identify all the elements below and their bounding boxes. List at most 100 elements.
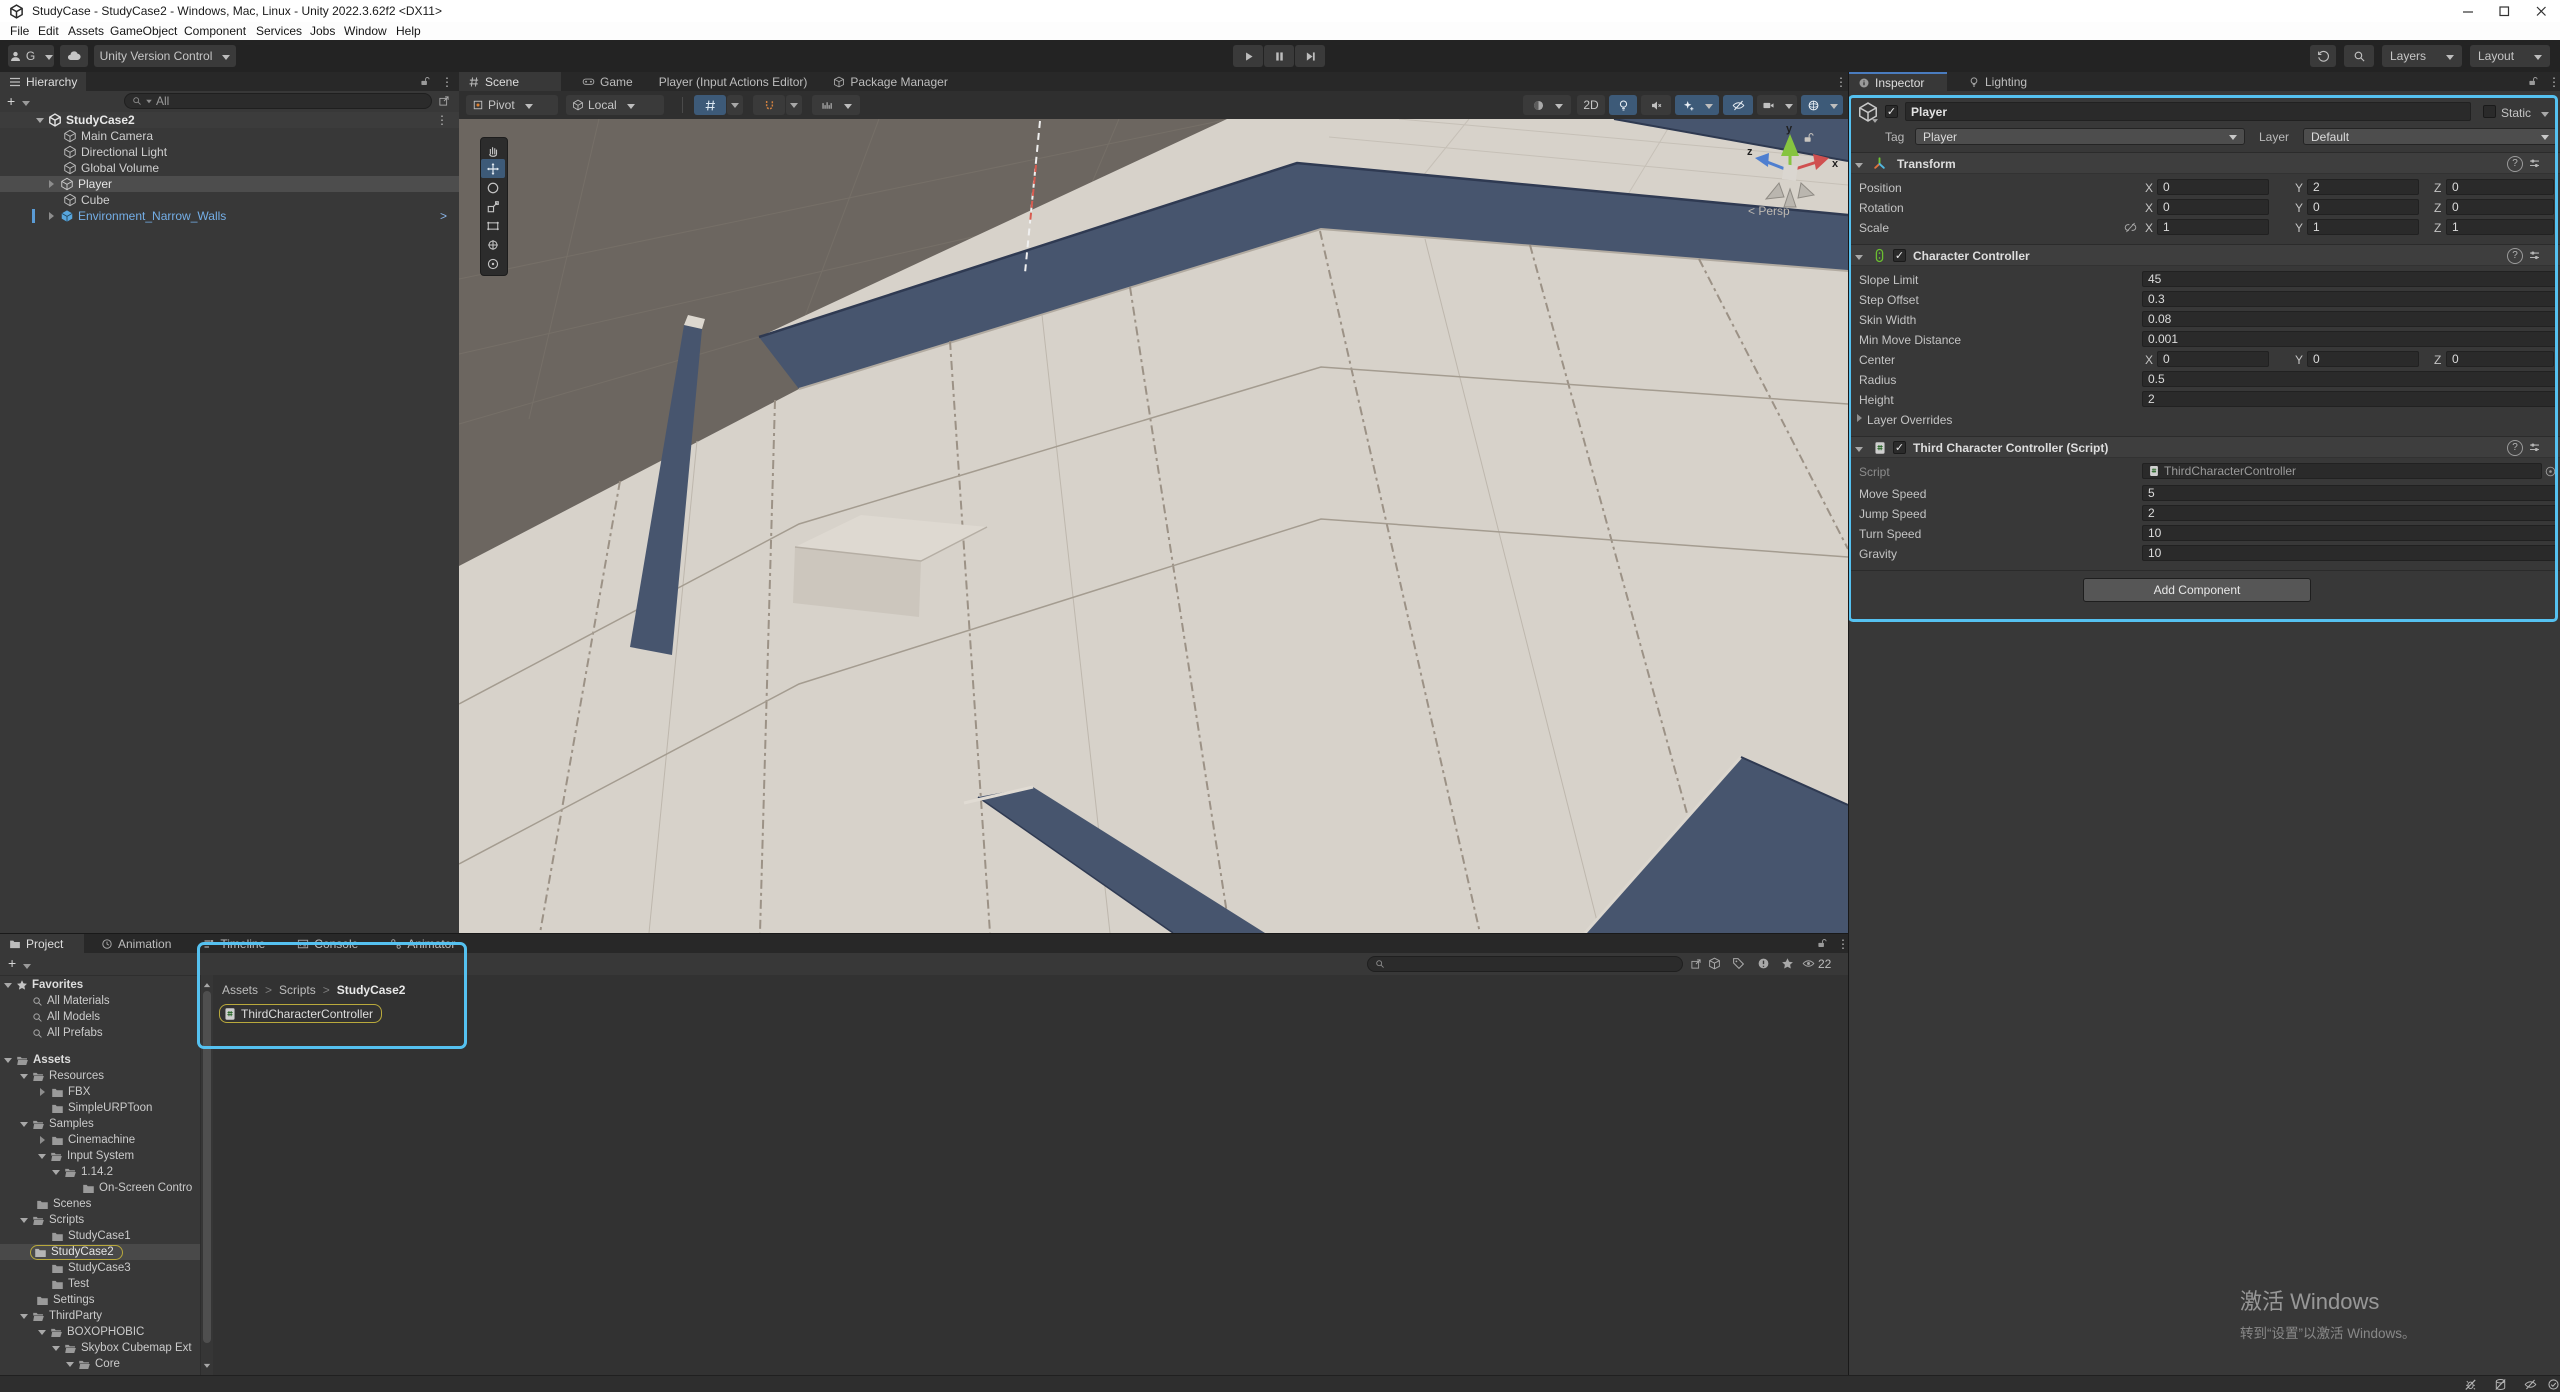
panel-menu-icon[interactable]: ⋮ (1835, 76, 1847, 88)
tree-favorites[interactable]: Favorites (0, 977, 200, 993)
create-add-button[interactable]: + (8, 955, 16, 971)
cache-server-disabled-icon[interactable] (2494, 1378, 2507, 1391)
projection-label[interactable]: < Persp (1748, 204, 1790, 218)
transform-header[interactable]: Transform ? ⋮ (1849, 152, 2560, 174)
panel-menu-icon[interactable]: ⋮ (2548, 76, 2560, 88)
tree-studycase2-selected[interactable]: StudyCase2 (0, 1244, 200, 1260)
tree-on-screen-controls[interactable]: On-Screen Contro (0, 1180, 200, 1196)
foldout-expanded-icon[interactable] (1855, 163, 1863, 172)
play-button[interactable] (1233, 45, 1263, 67)
jump-speed-field[interactable]: 2 (2142, 505, 2557, 521)
hierarchy-item-directional-light[interactable]: Directional Light (0, 144, 459, 160)
tab-animator[interactable]: Animator (381, 934, 464, 953)
presets-icon[interactable] (2528, 157, 2541, 170)
search-button[interactable] (2344, 45, 2374, 67)
menu-edit[interactable]: Edit (38, 24, 59, 38)
foldout-expanded-icon[interactable] (36, 118, 44, 127)
tree-studycase3[interactable]: StudyCase3 (0, 1260, 200, 1276)
foldout-expanded-icon[interactable] (52, 1170, 60, 1179)
tree-all-models[interactable]: All Models (0, 1009, 200, 1025)
component-menu-icon[interactable]: ⋮ (2550, 441, 2560, 453)
menu-file[interactable]: File (10, 24, 29, 38)
project-search-input[interactable] (1367, 956, 1683, 972)
menu-assets[interactable]: Assets (68, 24, 104, 38)
pivot-dropdown[interactable]: Pivot (466, 95, 558, 115)
favorites-filter-icon[interactable] (1781, 957, 1794, 970)
center-y-field[interactable]: 0 (2307, 351, 2419, 367)
center-x-field[interactable]: 0 (2157, 351, 2269, 367)
tab-console[interactable]: Console (288, 934, 367, 953)
foldout-expanded-icon[interactable] (20, 1314, 28, 1323)
object-picker-icon[interactable] (2544, 465, 2557, 478)
rotation-y-field[interactable]: 0 (2307, 199, 2419, 215)
foldout-collapsed-icon[interactable] (40, 1136, 49, 1144)
visibility-count-icon[interactable] (1802, 957, 1815, 970)
height-field[interactable]: 2 (2142, 391, 2557, 407)
tree-assets[interactable]: Assets (0, 1052, 200, 1068)
lighting-toggle[interactable] (1609, 95, 1637, 115)
rect-tool-button[interactable] (481, 216, 505, 235)
tab-hierarchy[interactable]: Hierarchy (0, 72, 86, 91)
scrollbar-thumb[interactable] (203, 991, 211, 1343)
script-component-header[interactable]: ✓ Third Character Controller (Script) ? … (1849, 436, 2560, 458)
tree-fbx[interactable]: FBX (0, 1084, 200, 1100)
increment-snap-caret-button[interactable] (786, 95, 802, 115)
gravity-field[interactable]: 10 (2142, 545, 2557, 561)
layer-overrides-foldout-icon[interactable] (1857, 414, 1866, 422)
rotate-tool-button[interactable] (481, 178, 505, 197)
tab-lighting[interactable]: Lighting (1959, 72, 2036, 91)
gizmos-dropdown[interactable] (1801, 95, 1843, 115)
rotation-z-field[interactable]: 0 (2446, 199, 2554, 215)
layer-overrides-label[interactable]: Layer Overrides (1867, 413, 1952, 427)
static-caret-icon[interactable] (2541, 112, 2549, 121)
tree-scripts[interactable]: Scripts (0, 1212, 200, 1228)
tab-animation[interactable]: Animation (92, 934, 180, 953)
open-new-window-icon[interactable] (1690, 958, 1702, 970)
tree-skybox-cubemap[interactable]: Skybox Cubemap Ext (0, 1340, 200, 1356)
prefab-open-chevron[interactable]: > (440, 209, 447, 223)
panel-menu-icon[interactable]: ⋮ (441, 76, 453, 88)
progress-ok-icon[interactable] (2547, 1378, 2560, 1391)
tree-all-prefabs[interactable]: All Prefabs (0, 1025, 200, 1041)
min-move-distance-field[interactable]: 0.001 (2142, 331, 2557, 347)
component-menu-icon[interactable]: ⋮ (2550, 157, 2560, 169)
gameobject-name-field[interactable]: Player (1905, 102, 2471, 121)
tree-scenes[interactable]: Scenes (0, 1196, 200, 1212)
breadcrumb-assets[interactable]: Assets (222, 983, 258, 997)
component-enabled-checkbox[interactable]: ✓ (1893, 441, 1906, 454)
hierarchy-item-environment[interactable]: Environment_Narrow_Walls > (0, 208, 459, 224)
menu-gameobject[interactable]: GameObject (110, 24, 177, 38)
skin-width-field[interactable]: 0.08 (2142, 311, 2557, 327)
scroll-down-icon[interactable] (204, 1364, 210, 1371)
account-button[interactable]: G (8, 45, 54, 67)
label-filter-icon[interactable] (1732, 957, 1745, 970)
foldout-expanded-icon[interactable] (1855, 447, 1863, 456)
step-offset-field[interactable]: 0.3 (2142, 291, 2557, 307)
open-new-window-icon[interactable] (438, 95, 450, 107)
hierarchy-item-global-volume[interactable]: Global Volume (0, 160, 459, 176)
cloud-button[interactable] (60, 45, 88, 67)
minimize-button[interactable] (2450, 0, 2486, 22)
effects-dropdown[interactable] (1675, 95, 1719, 115)
tree-studycase1[interactable]: StudyCase1 (0, 1228, 200, 1244)
package-visibility-icon[interactable] (1708, 957, 1721, 970)
create-add-caret-icon[interactable] (22, 101, 30, 110)
foldout-expanded-icon[interactable] (4, 1058, 12, 1067)
hierarchy-item-cube[interactable]: Cube (0, 192, 459, 208)
audio-toggle[interactable] (1641, 95, 1671, 115)
tree-input-system[interactable]: Input System (0, 1148, 200, 1164)
menu-services[interactable]: Services (256, 24, 302, 38)
gameobject-icon-caret[interactable] (1872, 119, 1878, 126)
create-add-caret-icon[interactable] (23, 964, 31, 973)
tag-dropdown[interactable]: Player (1915, 128, 2245, 145)
help-icon[interactable]: ? (2507, 440, 2523, 456)
tree-1-14-2[interactable]: 1.14.2 (0, 1164, 200, 1180)
warning-filter-icon[interactable] (1757, 957, 1770, 970)
foldout-expanded-icon[interactable] (38, 1330, 46, 1339)
move-speed-field[interactable]: 5 (2142, 485, 2557, 501)
asset-item-thirdcharactercontroller[interactable]: ThirdCharacterController (219, 1004, 382, 1023)
tree-scrollbar[interactable] (200, 975, 214, 1376)
tree-boxophobic[interactable]: BOXOPHOBIC (0, 1324, 200, 1340)
tree-cinemachine[interactable]: Cinemachine (0, 1132, 200, 1148)
menu-help[interactable]: Help (396, 24, 421, 38)
